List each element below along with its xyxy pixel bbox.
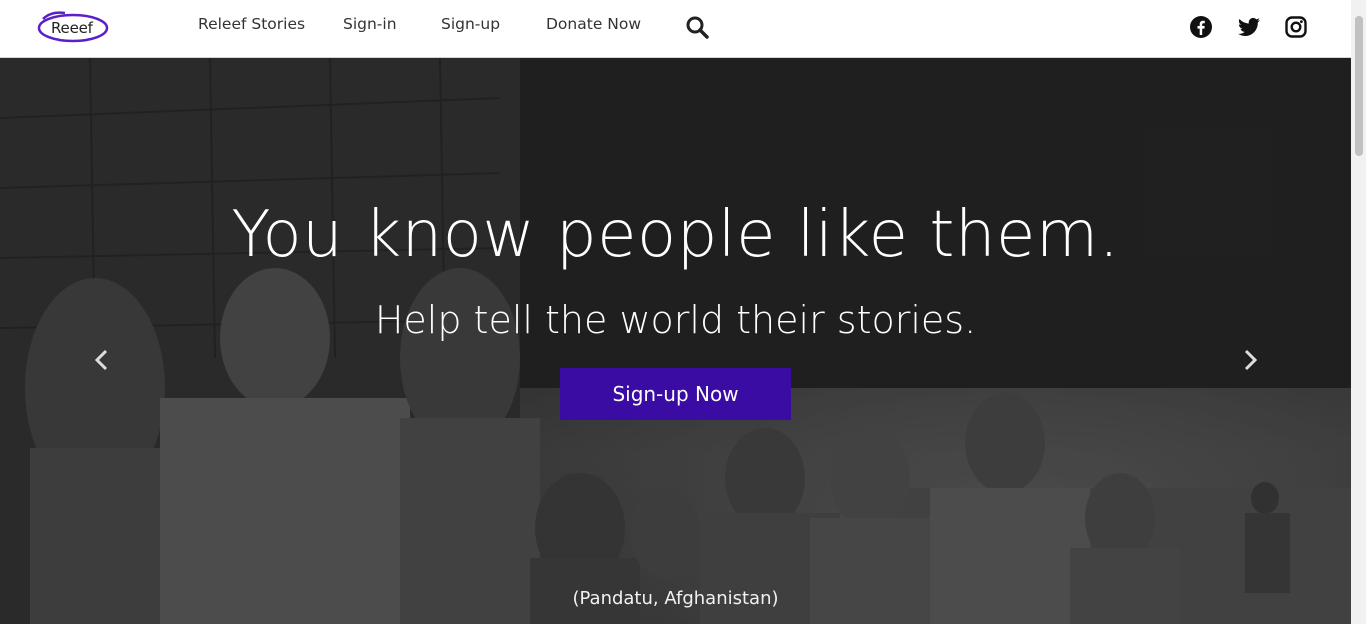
photo-caption: (Pandatu, Afghanistan) bbox=[572, 588, 779, 609]
chevron-left-icon[interactable] bbox=[92, 348, 112, 372]
nav-link-releef-stories[interactable]: Releef Stories bbox=[198, 15, 305, 33]
top-navbar: Reeef Releef Stories Sign-in Sign-up Don… bbox=[0, 0, 1351, 58]
facebook-icon[interactable] bbox=[1189, 15, 1213, 39]
nav-link-donate-now[interactable]: Donate Now bbox=[546, 15, 641, 33]
chevron-right-icon[interactable] bbox=[1240, 348, 1260, 372]
twitter-icon[interactable] bbox=[1237, 15, 1261, 39]
hero-carousel: You know people like them. Help tell the… bbox=[0, 58, 1351, 624]
hero-subheadline: Help tell the world their stories. bbox=[374, 298, 977, 342]
instagram-icon[interactable] bbox=[1284, 15, 1308, 39]
nav-link-sign-in[interactable]: Sign-in bbox=[343, 15, 397, 33]
hero-headline: You know people like them. bbox=[231, 198, 1120, 272]
nav-link-sign-up[interactable]: Sign-up bbox=[441, 15, 500, 33]
sign-up-now-button[interactable]: Sign-up Now bbox=[560, 368, 791, 420]
search-icon[interactable] bbox=[685, 15, 709, 39]
logo-text: Reeef bbox=[51, 19, 93, 37]
page-scrollbar[interactable] bbox=[1351, 0, 1366, 624]
brand-logo[interactable]: Reeef bbox=[37, 11, 109, 43]
scrollbar-thumb[interactable] bbox=[1355, 16, 1363, 156]
